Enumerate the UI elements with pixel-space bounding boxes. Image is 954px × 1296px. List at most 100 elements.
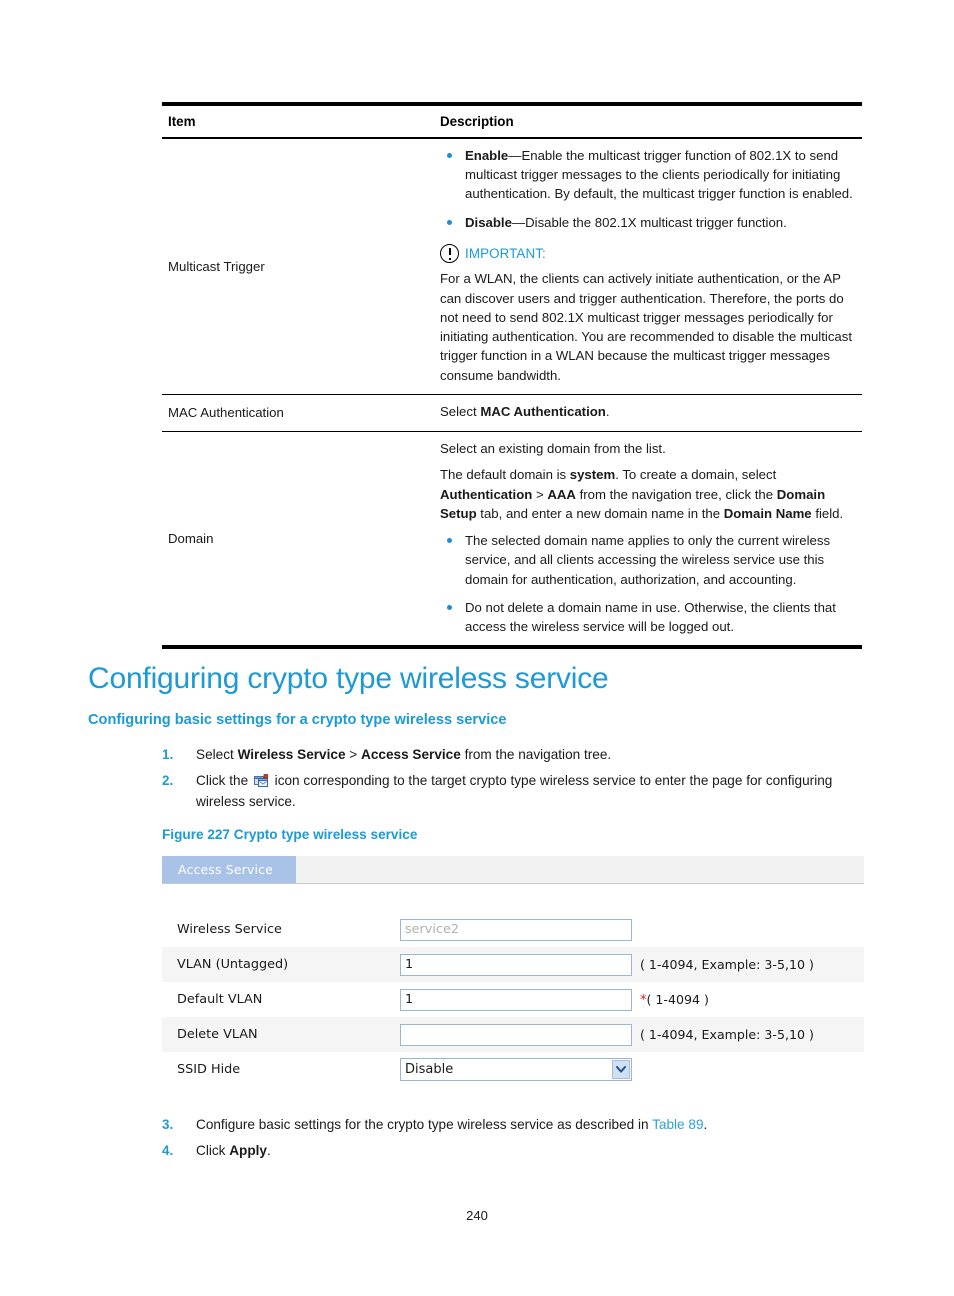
wireless-service-input[interactable]: service2 xyxy=(400,918,632,941)
form-row-vlan-untagged: VLAN (Untagged) 1 ( 1-4094, Example: 3-5… xyxy=(162,947,864,982)
list-item: Do not delete a domain name in use. Othe… xyxy=(440,598,858,637)
tab-access-service[interactable]: Access Service xyxy=(162,856,296,883)
step-seg: . xyxy=(703,1117,708,1132)
bullet-text: Disable the 802.1X multicast trigger fun… xyxy=(525,214,787,230)
table-row: MAC Authentication Select MAC Authentica… xyxy=(162,395,862,430)
step-seg: from the navigation tree. xyxy=(460,747,612,762)
section-subtitle: Configuring basic settings for a crypto … xyxy=(88,712,507,728)
control-default-vlan: 1 xyxy=(400,988,632,1011)
hint-delete-vlan: ( 1-4094, Example: 3-5,10 ) xyxy=(640,1027,814,1042)
vlan-untagged-input[interactable]: 1 xyxy=(400,953,632,976)
step-number: 3. xyxy=(162,1117,174,1132)
procedure-steps-bottom: 3. Configure basic settings for the cryp… xyxy=(162,1115,862,1168)
application-screenshot: Access Service Wireless Service service2… xyxy=(162,856,864,1087)
step-text: Configure basic settings for the crypto … xyxy=(196,1115,862,1135)
step-4: 4. Click Apply. xyxy=(162,1141,862,1161)
important-note-header: IMPORTANT: xyxy=(440,244,858,264)
step-seg-bold: Wireless Service xyxy=(237,747,346,762)
procedure-steps-top: 1. Select Wireless Service > Access Serv… xyxy=(162,745,862,818)
control-vlan-untagged: 1 xyxy=(400,953,632,976)
desc-bold: MAC Authentication xyxy=(480,404,606,420)
desc-pre: Select xyxy=(440,404,481,420)
delete-vlan-input[interactable] xyxy=(400,1023,632,1046)
desc-seg: The default domain is xyxy=(440,467,570,483)
page-title: Configuring crypto type wireless service xyxy=(88,662,609,695)
step-1: 1. Select Wireless Service > Access Serv… xyxy=(162,745,862,765)
step-seg: icon corresponding to the target crypto … xyxy=(196,773,833,809)
form-row-delete-vlan: Delete VLAN ( 1-4094, Example: 3-5,10 ) xyxy=(162,1017,864,1052)
step-number: 4. xyxy=(162,1143,174,1159)
row-description-domain: Select an existing domain from the list.… xyxy=(440,432,862,645)
list-item: Enable—Enable the multicast trigger func… xyxy=(440,146,858,204)
settings-form: Wireless Service service2 VLAN (Untagged… xyxy=(162,884,864,1087)
desc-seg: . To create a domain, select xyxy=(615,467,777,483)
step-seg-bold: Access Service xyxy=(361,747,461,762)
ssid-hide-select[interactable]: Disable xyxy=(400,1058,632,1081)
control-delete-vlan xyxy=(400,1023,632,1046)
description-paragraph: Select MAC Authentication. xyxy=(440,402,858,421)
bullet-list: Enable—Enable the multicast trigger func… xyxy=(440,146,858,232)
label-vlan-untagged: VLAN (Untagged) xyxy=(177,957,289,972)
desc-seg: from the navigation tree, click the xyxy=(575,486,777,502)
label-delete-vlan: Delete VLAN xyxy=(177,1027,258,1042)
table-row: Multicast Trigger Enable—Enable the mult… xyxy=(162,139,862,394)
step-seg: . xyxy=(267,1143,271,1159)
table-header-item: Item xyxy=(168,114,196,129)
important-note-text: For a WLAN, the clients can actively ini… xyxy=(440,271,852,383)
step-text: Click Apply. xyxy=(196,1141,862,1161)
row-label-multicast-trigger: Multicast Trigger xyxy=(168,258,265,274)
hint-text: ( 1-4094 ) xyxy=(646,991,709,1007)
default-vlan-input[interactable]: 1 xyxy=(400,988,632,1011)
description-paragraph: Select an existing domain from the list. xyxy=(440,440,666,456)
step-number: 2. xyxy=(162,773,174,789)
tab-bar-filler xyxy=(296,856,864,883)
form-row-default-vlan: Default VLAN 1 *( 1-4094 ) xyxy=(162,982,864,1017)
step-seg: Click the xyxy=(196,773,252,789)
row-description-mac-authentication: Select MAC Authentication. xyxy=(440,395,862,430)
important-label: IMPORTANT: xyxy=(465,245,546,261)
table-header-row: Item Description xyxy=(162,106,862,137)
step-number: 1. xyxy=(162,747,174,762)
label-wireless-service: Wireless Service xyxy=(177,922,282,937)
desc-seg-bold: Authentication xyxy=(440,486,533,502)
step-seg: Configure basic settings for the crypto … xyxy=(196,1117,653,1132)
label-default-vlan: Default VLAN xyxy=(177,992,263,1007)
hint-vlan-untagged: ( 1-4094, Example: 3-5,10 ) xyxy=(640,957,814,972)
tab-bar: Access Service xyxy=(162,856,864,884)
description-paragraph: The default domain is system. To create … xyxy=(440,465,858,523)
list-item: The selected domain name applies to only… xyxy=(440,531,858,589)
bullet-dash: — xyxy=(508,147,522,163)
row-label-mac-authentication: MAC Authentication xyxy=(168,405,284,421)
desc-seg: field. xyxy=(811,505,844,521)
step-3: 3. Configure basic settings for the cryp… xyxy=(162,1115,862,1135)
bullet-dash: — xyxy=(511,214,526,230)
desc-seg: tab, and enter a new domain name in the xyxy=(476,505,724,521)
wireless-service-config-icon xyxy=(253,774,269,788)
hint-default-vlan: *( 1-4094 ) xyxy=(632,992,864,1008)
bullet-term: Enable xyxy=(465,147,509,163)
chevron-down-icon[interactable] xyxy=(612,1060,630,1079)
bullet-list: The selected domain name applies to only… xyxy=(440,531,858,636)
table-row: Domain Select an existing domain from th… xyxy=(162,432,862,645)
step-text: Select Wireless Service > Access Service… xyxy=(196,745,862,765)
table-89-link[interactable]: Table 89 xyxy=(652,1117,703,1132)
page-number: 240 xyxy=(466,1208,488,1223)
row-description-multicast-trigger: Enable—Enable the multicast trigger func… xyxy=(440,139,862,394)
label-ssid-hide: SSID Hide xyxy=(177,1062,241,1077)
list-item: Disable—Disable the 802.1X multicast tri… xyxy=(440,213,858,232)
parameter-table: Item Description Multicast Trigger Enabl… xyxy=(162,102,862,650)
step-text: Click the icon corresponding to the targ… xyxy=(196,771,862,812)
table-bottom-border xyxy=(162,645,862,650)
step-seg: > xyxy=(345,747,362,762)
table-header-description: Description xyxy=(440,114,514,129)
step-2: 2. Click the icon corresponding to the t… xyxy=(162,771,862,812)
row-label-domain: Domain xyxy=(168,531,214,547)
desc-seg-bold: system xyxy=(569,467,616,483)
exclamation-circle-icon xyxy=(440,244,459,264)
ssid-hide-value: Disable xyxy=(405,1062,454,1077)
desc-seg-bold: Domain Name xyxy=(723,505,812,521)
step-seg: Select xyxy=(196,747,238,762)
bullet-text: Enable the multicast trigger function of… xyxy=(465,147,853,202)
form-row-wireless-service: Wireless Service service2 xyxy=(162,912,864,947)
document-page: Item Description Multicast Trigger Enabl… xyxy=(0,0,954,1296)
